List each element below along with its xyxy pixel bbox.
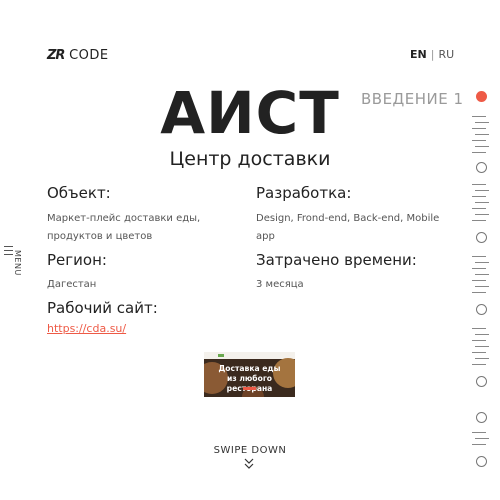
- section-tick: [472, 340, 486, 341]
- development-value-line-2: app: [256, 231, 275, 242]
- preview-headline-line-2: из любого ресторана: [226, 374, 273, 393]
- section-tick: [472, 116, 486, 117]
- section-tick: [475, 122, 489, 123]
- section-tick: [475, 202, 489, 203]
- website-link[interactable]: https://cda.su/: [47, 322, 126, 335]
- section-tick: [472, 220, 486, 221]
- section-dot-7[interactable]: [476, 456, 487, 467]
- section-tick: [475, 146, 489, 147]
- section-tick: [472, 292, 486, 293]
- section-tick: [472, 268, 486, 269]
- section-label: ВВЕДЕНИЕ 1: [361, 90, 464, 108]
- section-tick: [475, 346, 489, 347]
- section-dot-5[interactable]: [476, 376, 487, 387]
- section-tick: [475, 358, 489, 359]
- section-tick: [472, 128, 486, 129]
- section-tick: [472, 208, 486, 209]
- logo-mark: ZR: [47, 48, 65, 63]
- section-tick: [472, 364, 486, 365]
- menu-toggle[interactable]: MENU: [2, 246, 26, 276]
- section-tick: [472, 328, 486, 329]
- section-dot-3[interactable]: [476, 232, 487, 243]
- language-switcher: EN | RU: [410, 48, 454, 61]
- logo[interactable]: ZR CODE: [47, 48, 109, 63]
- lang-ru[interactable]: RU: [438, 48, 454, 61]
- section-tick: [472, 432, 486, 433]
- hamburger-icon: [4, 246, 13, 258]
- section-tick: [472, 184, 486, 185]
- website-label: Рабочий сайт:: [47, 299, 158, 317]
- logo-text: CODE: [69, 48, 109, 63]
- development-value: Design, Frond-end, Back-end, Mobile app: [256, 210, 439, 246]
- section-dot-4[interactable]: [476, 304, 487, 315]
- section-dot-6[interactable]: [476, 412, 487, 423]
- development-label: Разработка:: [256, 184, 352, 202]
- section-tick: [472, 152, 486, 153]
- development-value-line-1: Design, Frond-end, Back-end, Mobile: [256, 213, 440, 224]
- section-tick: [472, 196, 486, 197]
- section-tick: [475, 262, 489, 263]
- section-nav: [470, 82, 494, 472]
- menu-label: MENU: [13, 250, 22, 276]
- project-preview-image[interactable]: Доставка еды из любого ресторана: [204, 352, 295, 397]
- lang-separator: |: [430, 48, 435, 61]
- object-value-line-2: продуктов и цветов: [47, 231, 153, 242]
- region-label: Регион:: [47, 251, 107, 269]
- object-label: Объект:: [47, 184, 111, 202]
- time-spent-label: Затрачено времени:: [256, 251, 417, 269]
- project-title: АИСТ: [160, 79, 340, 147]
- preview-headline-line-1: Доставка еды: [218, 364, 281, 373]
- swipe-down-label[interactable]: SWIPE DOWN: [0, 445, 500, 456]
- lang-en[interactable]: EN: [410, 48, 427, 61]
- region-value: Дагестан: [47, 279, 97, 290]
- section-tick: [475, 334, 489, 335]
- section-dot-1[interactable]: [476, 91, 487, 102]
- project-subtitle: Центр доставки: [169, 148, 331, 170]
- section-tick: [472, 352, 486, 353]
- section-dot-2[interactable]: [476, 162, 487, 173]
- section-tick: [472, 444, 486, 445]
- section-tick: [475, 274, 489, 275]
- section-tick: [472, 280, 486, 281]
- section-tick: [475, 214, 489, 215]
- object-value: Маркет-плейс доставки еды, продуктов и ц…: [47, 210, 200, 246]
- double-chevron-down-icon[interactable]: [244, 458, 254, 470]
- section-tick: [475, 286, 489, 287]
- object-value-line-1: Маркет-плейс доставки еды,: [47, 213, 201, 224]
- section-tick: [475, 438, 489, 439]
- section-tick: [472, 140, 486, 141]
- preview-header-strip: [204, 352, 295, 359]
- preview-cta-button: [243, 387, 256, 390]
- time-spent-value: 3 месяца: [256, 279, 304, 290]
- section-tick: [475, 190, 489, 191]
- section-tick: [475, 134, 489, 135]
- section-tick: [472, 256, 486, 257]
